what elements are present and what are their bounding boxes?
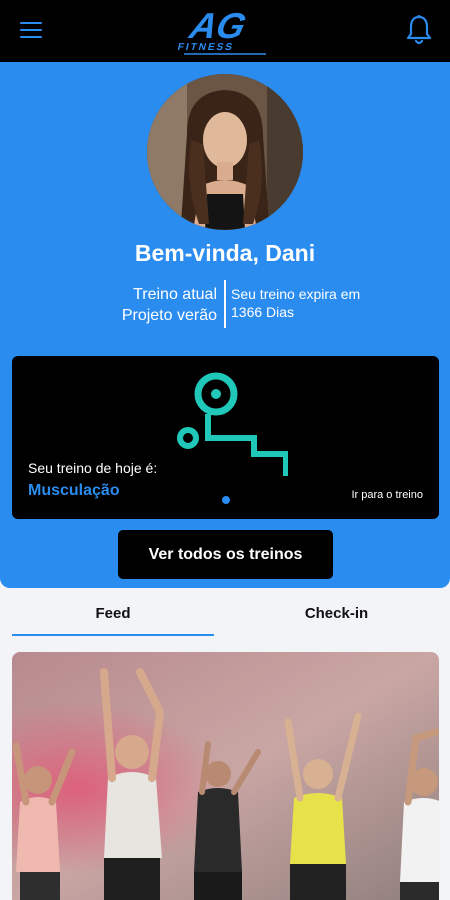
today-workout-card[interactable]: Seu treino de hoje é: Musculação Ir para… — [12, 356, 439, 519]
go-to-workout-link[interactable]: Ir para o treino — [351, 489, 423, 501]
plan-expiry: Seu treino expira em 1366 Dias — [231, 285, 411, 321]
today-workout-label: Seu treino de hoje é: — [28, 460, 158, 476]
plan-expiry-text: Seu treino expira em — [231, 286, 361, 302]
hamburger-menu-icon[interactable] — [20, 22, 42, 40]
current-plan: Treino atual Projeto verão — [0, 284, 217, 326]
top-bar: AG FITNESS — [0, 0, 450, 62]
today-workout-name: Musculação — [28, 482, 120, 499]
profile-photo — [147, 74, 303, 230]
bench-press-icon — [177, 372, 288, 476]
ag-fitness-logo: AG FITNESS — [178, 6, 266, 55]
bell-icon[interactable] — [406, 14, 432, 46]
tab-feed[interactable]: Feed — [12, 598, 214, 636]
avatar[interactable] — [147, 74, 303, 230]
group-dance-class-photo — [12, 652, 439, 900]
tab-check-in[interactable]: Check-in — [234, 598, 439, 636]
current-plan-name: Projeto verão — [121, 307, 217, 324]
svg-text:AG: AG — [185, 6, 250, 46]
current-plan-label: Treino atual — [133, 286, 217, 303]
plan-divider — [224, 280, 226, 328]
plan-expiry-days: 1366 Dias — [231, 304, 295, 320]
content-tabs: Feed Check-in — [12, 598, 439, 636]
feed-post-image[interactable] — [12, 652, 439, 900]
svg-text:FITNESS: FITNESS — [178, 42, 235, 53]
view-all-workouts-button[interactable]: Ver todos os treinos — [118, 530, 333, 579]
greeting-heading: Bem-vinda, Dani — [134, 240, 316, 266]
carousel-indicator[interactable] — [222, 496, 230, 504]
profile-hero: Bem-vinda, Dani Treino atual Projeto ver… — [0, 62, 450, 588]
